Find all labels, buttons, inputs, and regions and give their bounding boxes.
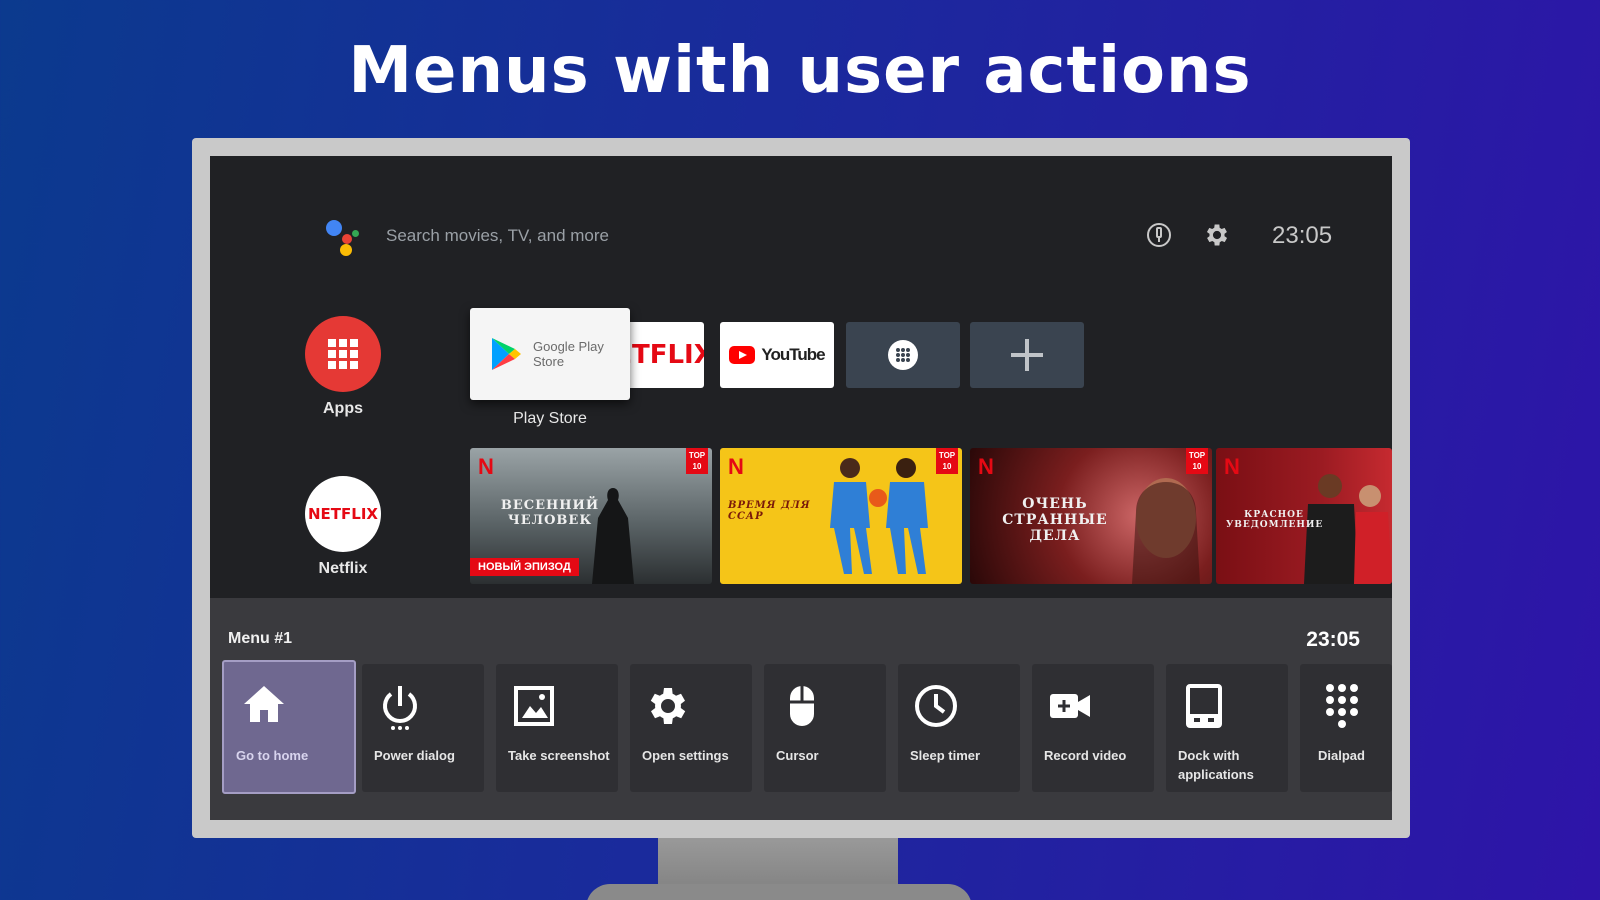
menu-item-take-screenshot[interactable]: Take screenshot xyxy=(496,664,618,792)
menu-item-label: Record video xyxy=(1044,748,1127,763)
netflix-logo-text: NETFLIX xyxy=(308,505,378,523)
new-episode-badge: НОВЫЙ ЭПИЗОД xyxy=(470,558,579,576)
menu-item-sleep-timer[interactable]: Sleep timer xyxy=(898,664,1020,792)
poster-title: КРАСНОЕ УВЕДОМЛЕНИЕ xyxy=(1226,510,1324,530)
netflix-n-icon: N xyxy=(478,454,494,479)
menu-item-label: Go to home xyxy=(236,748,309,763)
gear-icon xyxy=(650,688,686,724)
menu-item-label: Dialpad xyxy=(1318,748,1365,763)
apps-label: Apps xyxy=(323,400,363,417)
menu-item-label: Power dialog xyxy=(374,748,455,763)
poster-title: ВРЕМЯ ДЛЯ ССАР xyxy=(728,500,811,522)
grid-dots-icon xyxy=(888,340,918,370)
menu-clock: 23:05 xyxy=(1306,628,1360,651)
home-icon xyxy=(244,686,284,722)
tv-screen: Search movies, TV, and more 23:05 Apps N… xyxy=(210,156,1392,820)
poster-card[interactable]: N TOP 10 ВЕСЕННИЙ ЧЕЛОВЕК НОВЫЙ ЭПИЗОД xyxy=(470,448,712,584)
menu-item-label: Dock with applications xyxy=(1178,748,1254,782)
dock-icon xyxy=(1186,684,1222,728)
menu-item-record-video[interactable]: Record video xyxy=(1032,664,1154,792)
menu-item-dock[interactable]: Dock with applications xyxy=(1166,664,1288,792)
plus-icon xyxy=(1011,339,1043,371)
poster-card[interactable]: N TOP 10 ОЧЕНЬ СТРАННЫЕ ДЕЛА xyxy=(970,448,1212,584)
play-store-tile[interactable]: Google Play Store xyxy=(470,308,630,400)
players-figure xyxy=(830,458,928,574)
top-clock: 23:05 xyxy=(1272,222,1333,249)
netflix-logo-icon: NETFLIX xyxy=(305,476,381,552)
netflix-label: Netflix xyxy=(318,560,368,577)
netflix-n-icon: N xyxy=(728,454,744,479)
menu-item-label: Take screenshot xyxy=(508,748,610,763)
settings-icon[interactable] xyxy=(1202,220,1232,250)
dialpad-icon xyxy=(1326,684,1358,728)
poster-title: ВЕСЕННИЙ ЧЕЛОВЕК xyxy=(500,498,600,528)
action-menu-panel: Menu #1 23:05 Go to home Power dialog Ta… xyxy=(210,598,1392,820)
top10-badge: TOP 10 xyxy=(686,448,708,474)
apps-launcher[interactable]: Apps xyxy=(278,316,408,418)
headline: Menus with user actions xyxy=(348,34,1252,108)
tv-stand-base xyxy=(586,884,972,900)
menu-item-go-to-home[interactable]: Go to home xyxy=(222,660,356,794)
netflix-n-icon: N xyxy=(978,454,994,479)
input-icon[interactable] xyxy=(1144,220,1174,250)
youtube-icon xyxy=(729,346,756,364)
menu-item-open-settings[interactable]: Open settings xyxy=(630,664,752,792)
assistant-icon[interactable] xyxy=(322,218,362,258)
youtube-text: YouTube xyxy=(761,345,825,364)
more-apps-tile[interactable] xyxy=(846,322,960,388)
search-input[interactable]: Search movies, TV, and more xyxy=(386,226,609,246)
poster-title: ОЧЕНЬ СТРАННЫЕ ДЕЛА xyxy=(1002,496,1108,544)
netflix-channel[interactable]: NETFLIX Netflix xyxy=(278,476,408,578)
video-camera-icon xyxy=(1050,694,1090,718)
face-figure xyxy=(1132,478,1200,584)
poster-card[interactable]: N TOP 10 ВРЕМЯ ДЛЯ ССАР xyxy=(720,448,962,584)
play-store-icon xyxy=(492,338,521,370)
add-app-tile[interactable] xyxy=(970,322,1084,388)
mouse-icon xyxy=(790,686,814,726)
play-store-label: Play Store xyxy=(513,410,587,427)
apps-grid-icon xyxy=(305,316,381,392)
menu-item-label: Open settings xyxy=(642,748,729,763)
menu-item-power-dialog[interactable]: Power dialog xyxy=(362,664,484,792)
menu-item-dialpad[interactable]: Dialpad xyxy=(1300,664,1392,792)
menu-item-cursor[interactable]: Cursor xyxy=(764,664,886,792)
netflix-app-tile[interactable]: ETFLIX xyxy=(624,322,704,388)
clock-icon xyxy=(915,685,957,727)
netflix-app-text: ETFLIX xyxy=(624,340,704,370)
menu-title: Menu #1 xyxy=(228,630,293,647)
youtube-app-tile[interactable]: YouTube xyxy=(720,322,834,388)
play-store-name: Google Play Store xyxy=(533,339,604,369)
power-icon xyxy=(383,686,417,730)
netflix-n-icon: N xyxy=(1224,454,1240,479)
menu-item-label: Cursor xyxy=(776,748,819,763)
poster-card[interactable]: N КРАСНОЕ УВЕДОМЛЕНИЕ xyxy=(1216,448,1392,584)
screenshot-icon xyxy=(514,686,554,726)
tv-frame: Search movies, TV, and more 23:05 Apps N… xyxy=(192,138,1410,838)
menu-item-label: Sleep timer xyxy=(910,748,981,763)
